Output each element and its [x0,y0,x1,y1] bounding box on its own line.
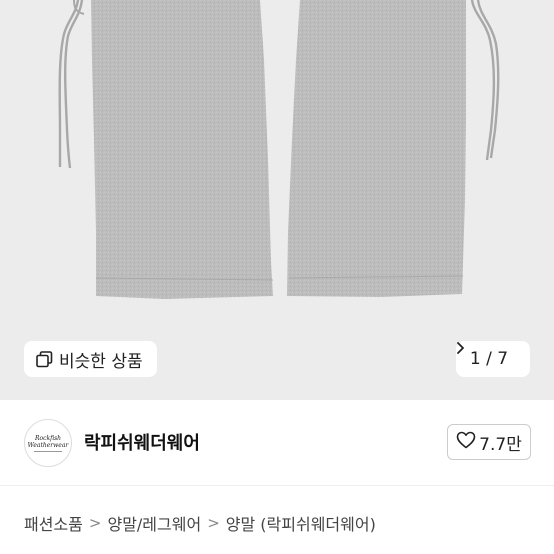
seller-section: Rockfish Weatherwear 락피쉬웨더웨어 7.7만 [0,400,554,486]
breadcrumb-item-subcategory[interactable]: 양말/레그웨어 [107,511,201,535]
like-button[interactable]: 7.7만 [447,424,531,460]
breadcrumb-item-current[interactable]: 양말 (락피쉬웨더웨어) [226,511,376,535]
breadcrumb-separator: > [88,514,102,532]
current-index: 1 [469,349,481,369]
seller-name[interactable]: 락피쉬웨더웨어 [84,429,200,455]
heart-outline-icon [456,431,476,454]
right-leg-warmer [287,0,466,297]
total-count: 7 [497,349,509,369]
avatar-line-2: Weatherwear [27,441,69,449]
avatar-divider [34,450,62,452]
seller-avatar[interactable]: Rockfish Weatherwear [24,419,72,467]
like-count: 7.7만 [479,434,522,455]
similar-products-label: 비슷한 상품 [59,351,143,372]
breadcrumb: 패션소품 > 양말/레그웨어 > 양말 (락피쉬웨더웨어) [24,510,376,536]
avatar-line-1: Rockfish [34,434,62,442]
right-drawstring [470,0,496,161]
image-counter: 1 / 7 [470,349,508,369]
copy-squares-icon [36,350,53,368]
counter-separator: / [486,349,492,369]
left-leg-warmer [91,0,273,299]
breadcrumb-item-category[interactable]: 패션소품 [24,511,83,535]
similar-products-button[interactable]: 비슷한 상품 [24,341,157,377]
leg-warmers-photo [58,0,500,299]
breadcrumb-separator: > [207,514,220,532]
image-counter-button[interactable]: 1 / 7 [456,341,530,377]
product-image[interactable]: 비슷한 상품 1 / 7 [0,0,554,400]
